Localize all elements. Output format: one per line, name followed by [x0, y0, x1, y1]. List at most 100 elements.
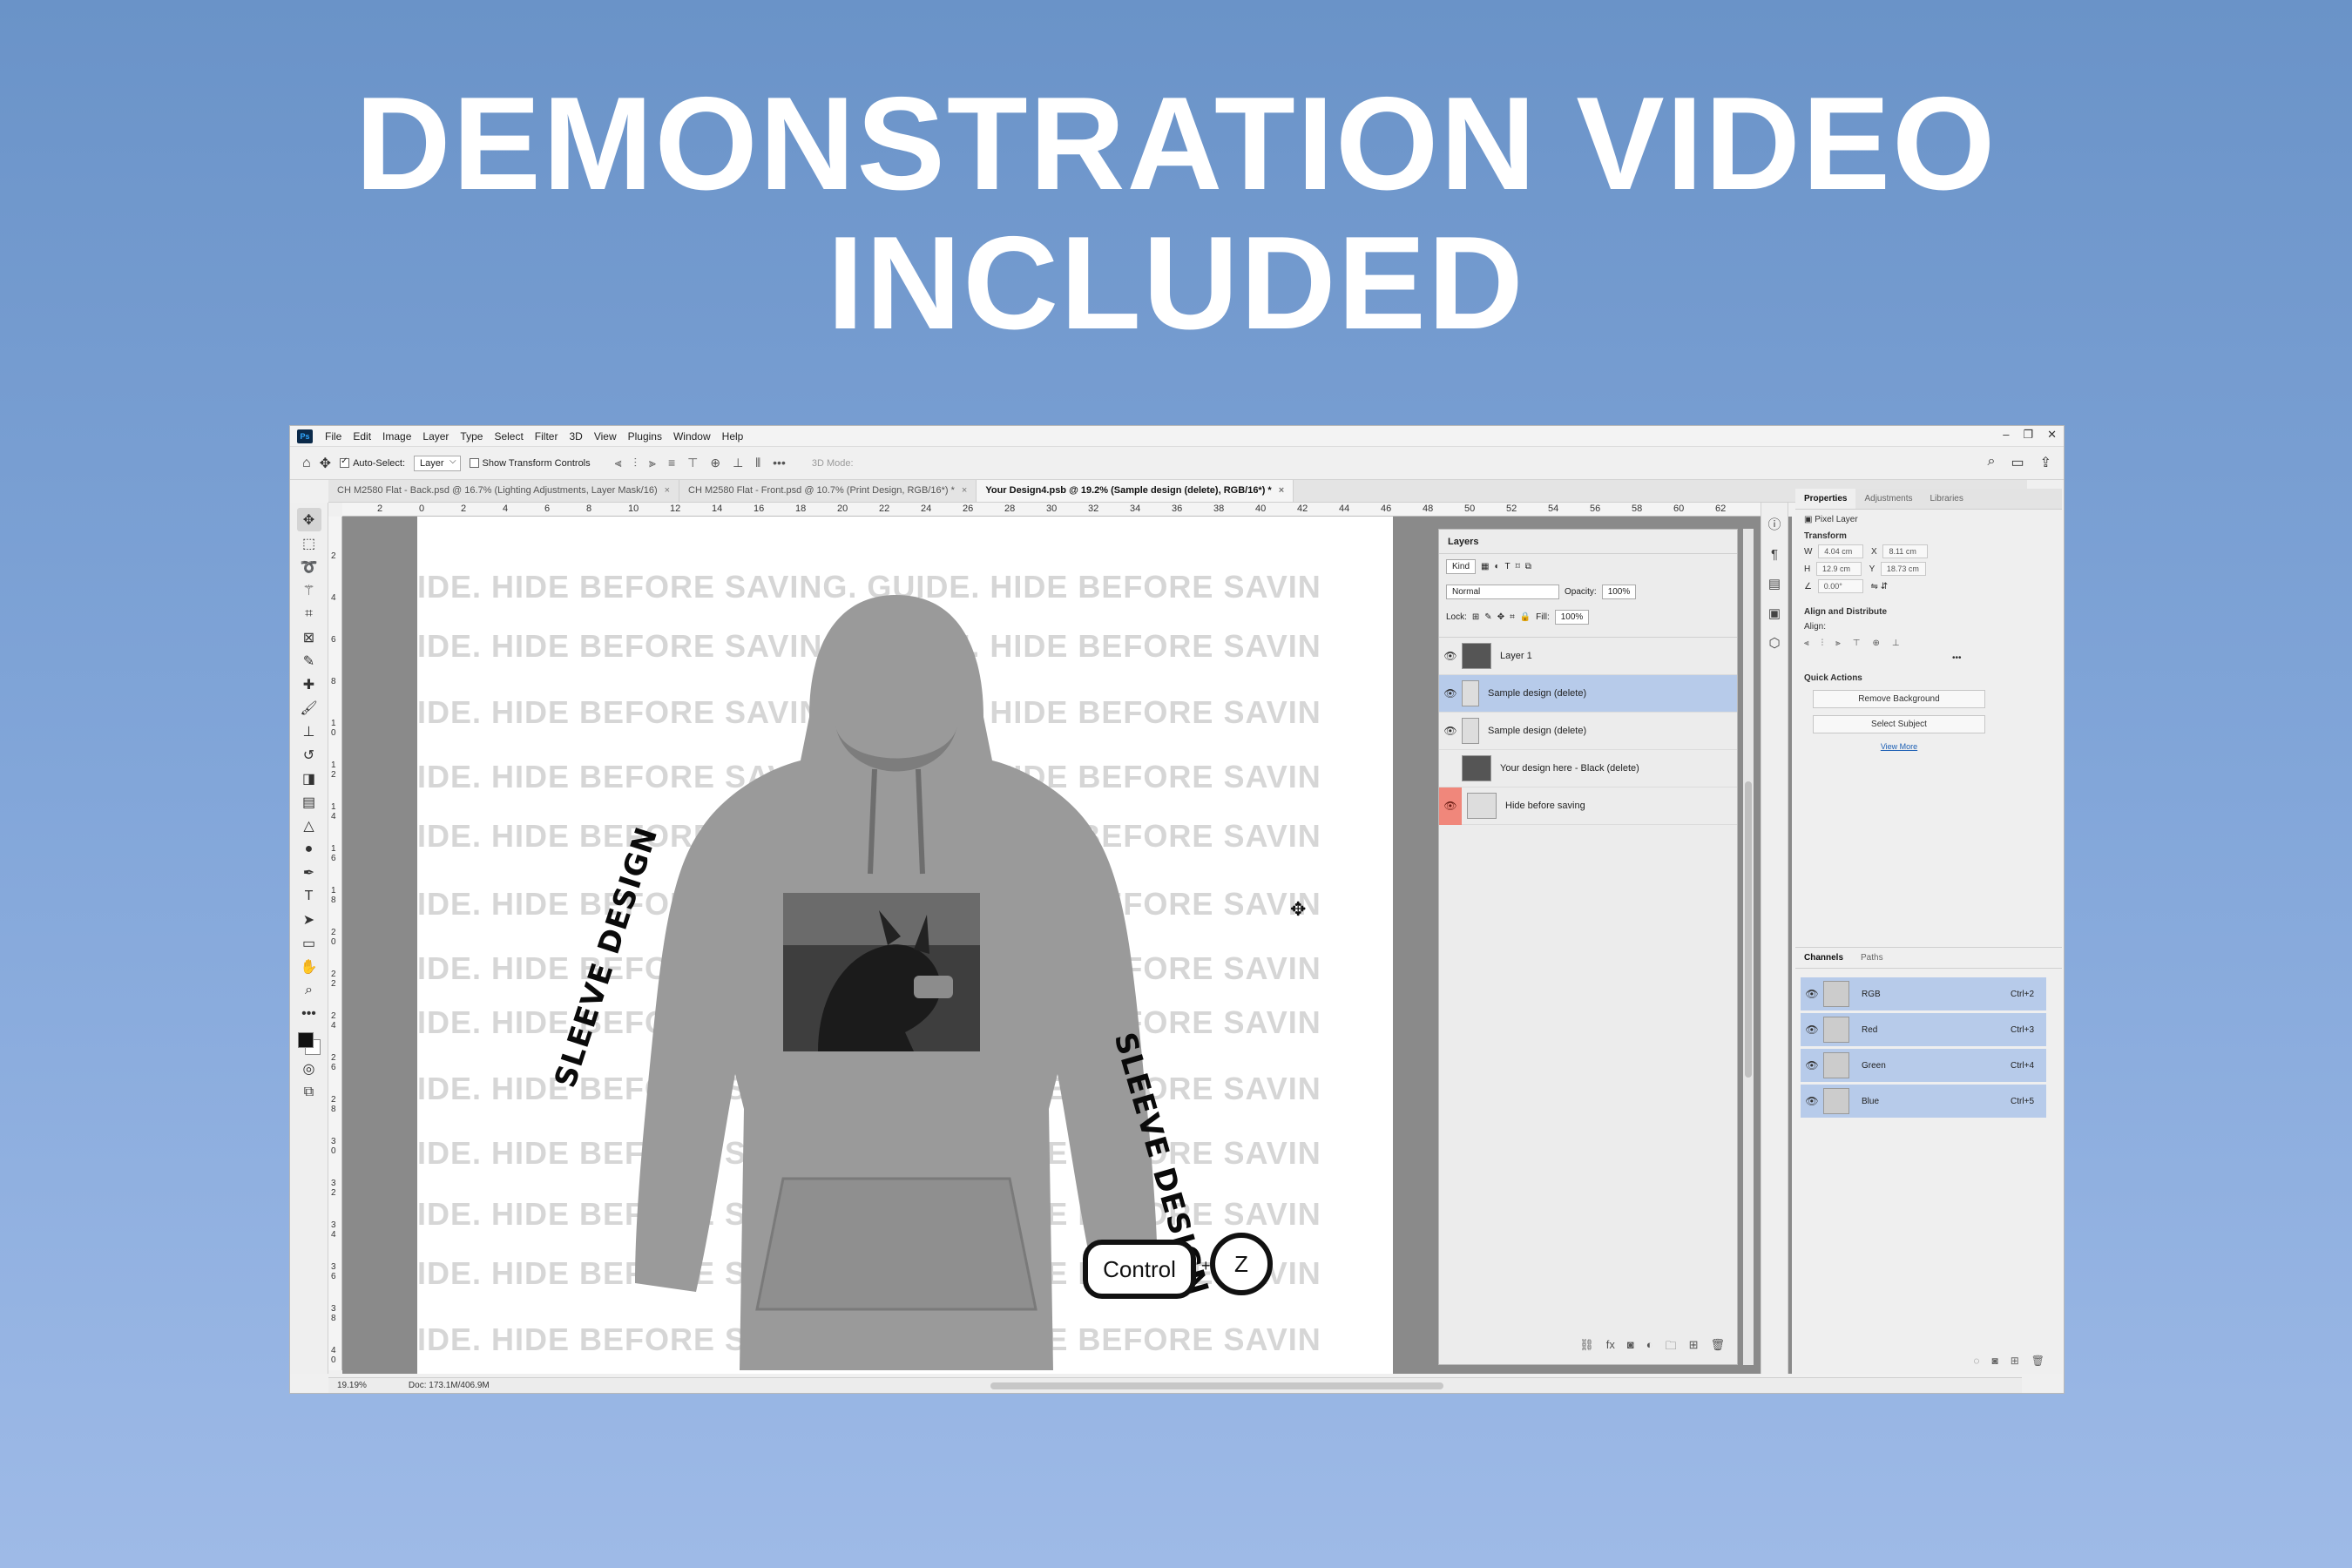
flip-horizontal-icon[interactable]: ⇋	[1871, 582, 1878, 591]
layer-row-your-design[interactable]: 👁 Your design here - Black (delete)	[1439, 750, 1737, 787]
menu-view[interactable]: View	[594, 430, 617, 443]
align-middle-icon[interactable]: ⊕	[1873, 639, 1880, 648]
align-top-icon[interactable]: ⊤	[687, 456, 698, 470]
channel-row-blue[interactable]: 👁 Blue Ctrl+5	[1801, 1085, 2046, 1118]
lock-pixels-icon[interactable]: ⊞	[1472, 612, 1479, 622]
zoom-level[interactable]: 19.19%	[337, 1381, 367, 1390]
tab-channels[interactable]: Channels	[1795, 948, 1853, 968]
more-align-icon[interactable]: •••	[1952, 653, 2053, 663]
menu-window[interactable]: Window	[673, 430, 711, 443]
align-center-icon[interactable]: ⫶	[634, 456, 638, 470]
paragraph-icon[interactable]: ¶	[1771, 547, 1778, 562]
trash-icon[interactable]: 🗑	[1710, 1338, 1725, 1357]
menu-layer[interactable]: Layer	[422, 430, 449, 443]
layer-row-hide-before-saving[interactable]: 👁 Hide before saving	[1439, 787, 1737, 825]
tab-your-design[interactable]: Your Design4.psb @ 19.2% (Sample design …	[977, 480, 1294, 502]
link-icon[interactable]: ⛓	[1579, 1338, 1594, 1357]
visibility-eye-icon[interactable]: 👁	[1801, 988, 1823, 1000]
show-transform-checkbox[interactable]: Show Transform Controls	[469, 458, 591, 469]
visibility-eye-off-icon[interactable]: 👁	[1439, 762, 1462, 774]
more-options-icon[interactable]: •••	[773, 456, 786, 470]
menu-type[interactable]: Type	[460, 430, 483, 443]
tab-libraries[interactable]: Libraries	[1922, 489, 1972, 509]
tab-back-psd[interactable]: CH M2580 Flat - Back.psd @ 16.7% (Lighti…	[328, 480, 680, 502]
tab-front-psd[interactable]: CH M2580 Flat - Front.psd @ 10.7% (Print…	[679, 480, 977, 502]
layer-row-layer-1[interactable]: 👁 Layer 1	[1439, 638, 1737, 675]
workspace-icon[interactable]: ▭	[2011, 454, 2024, 471]
visibility-eye-icon[interactable]: 👁	[1801, 1024, 1823, 1036]
fill-input[interactable]: 100%	[1554, 610, 1590, 625]
auto-select-checkbox[interactable]: Auto-Select:	[340, 456, 405, 469]
filter-pixel-icon[interactable]: ▦	[1481, 562, 1489, 571]
filter-shape-icon[interactable]: ⌑	[1516, 562, 1520, 571]
move-tool-icon[interactable]: ✥	[296, 508, 321, 531]
folder-icon[interactable]: 🗀	[1666, 1338, 1677, 1357]
eraser-tool-icon[interactable]: ◨	[297, 767, 321, 790]
close-tab-icon[interactable]: ×	[665, 485, 670, 496]
zoom-tool-icon[interactable]: ⌕	[297, 978, 321, 1002]
shape-tool-icon[interactable]: ▭	[297, 931, 321, 955]
restore-icon[interactable]: ❐	[2023, 428, 2033, 442]
color-swatches[interactable]	[296, 1031, 322, 1057]
mask-icon[interactable]: ◙	[1627, 1338, 1634, 1357]
close-tab-icon[interactable]: ×	[1279, 485, 1284, 496]
new-channel-icon[interactable]: ⊞	[2011, 1355, 2019, 1367]
visibility-eye-icon[interactable]: 👁	[1439, 687, 1462, 700]
lock-position-icon[interactable]: ✥	[1497, 612, 1504, 622]
frame-tool-icon[interactable]: ⊠	[297, 625, 321, 649]
width-field[interactable]: 4.04 cm	[1818, 544, 1864, 558]
menu-select[interactable]: Select	[494, 430, 523, 443]
save-selection-icon[interactable]: ◙	[1991, 1355, 1997, 1367]
filter-adjust-icon[interactable]: ◐	[1494, 562, 1499, 571]
menu-file[interactable]: File	[325, 430, 341, 443]
y-field[interactable]: 18.73 cm	[1880, 562, 1926, 576]
3d-icon[interactable]: ⬡	[1768, 635, 1780, 651]
height-field[interactable]: 12.9 cm	[1816, 562, 1862, 576]
visibility-eye-icon[interactable]: 👁	[1801, 1059, 1823, 1071]
fx-icon[interactable]: fx	[1606, 1338, 1615, 1357]
view-more-link[interactable]: View More	[1813, 742, 1985, 751]
history-brush-icon[interactable]: ↺	[297, 743, 321, 767]
align-top-icon[interactable]: ⊤	[1853, 639, 1861, 648]
properties-icon[interactable]: ▤	[1768, 576, 1781, 591]
menu-help[interactable]: Help	[722, 430, 744, 443]
type-tool-icon[interactable]: T	[297, 884, 321, 908]
eyedropper-icon[interactable]: ✎	[297, 649, 321, 672]
auto-select-dropdown[interactable]: Layer	[414, 455, 461, 471]
crop-tool-icon[interactable]: ⌗	[297, 602, 321, 625]
new-layer-icon[interactable]: ⊞	[1689, 1338, 1699, 1357]
align-left-icon[interactable]: ⫷	[615, 456, 622, 470]
visibility-eye-icon[interactable]: 👁	[1439, 725, 1462, 737]
select-subject-button[interactable]: Select Subject	[1813, 715, 1985, 733]
close-tab-icon[interactable]: ×	[962, 485, 967, 496]
tab-adjustments[interactable]: Adjustments	[1855, 489, 1921, 509]
dodge-tool-icon[interactable]: ●	[297, 837, 321, 861]
menu-filter[interactable]: Filter	[535, 430, 558, 443]
chest-print-photo[interactable]	[783, 893, 980, 1051]
layer-kind-filter[interactable]: Kind	[1446, 559, 1477, 574]
move-tool-icon[interactable]: ✥	[320, 455, 331, 472]
align-left-icon[interactable]: ⫷	[1804, 639, 1809, 648]
quick-mask-icon[interactable]: ◎	[297, 1057, 321, 1080]
minimize-icon[interactable]: –	[2003, 428, 2009, 442]
channel-row-rgb[interactable]: 👁 RGB Ctrl+2	[1801, 977, 2046, 1010]
load-selection-icon[interactable]: ◌	[1973, 1355, 1979, 1367]
visibility-eye-icon[interactable]: 👁	[1439, 650, 1462, 662]
path-select-icon[interactable]: ➤	[297, 908, 321, 931]
remove-background-button[interactable]: Remove Background	[1813, 690, 1985, 708]
canvas-vertical-scrollbar[interactable]	[1743, 529, 1754, 1365]
align-right-icon[interactable]: ⫸	[1835, 639, 1841, 648]
gradient-tool-icon[interactable]: ▤	[297, 790, 321, 814]
marquee-tool-icon[interactable]: ⬚	[297, 531, 321, 555]
angle-field[interactable]: 0.00°	[1817, 579, 1863, 593]
lock-all-icon[interactable]: 🔒	[1520, 612, 1531, 622]
screen-mode-icon[interactable]: ⧉	[297, 1080, 321, 1104]
channel-row-red[interactable]: 👁 Red Ctrl+3	[1801, 1013, 2046, 1046]
menu-edit[interactable]: Edit	[353, 430, 371, 443]
visibility-eye-icon[interactable]: 👁	[1801, 1095, 1823, 1107]
filter-smart-icon[interactable]: ⧉	[1525, 562, 1531, 571]
visibility-eye-icon[interactable]: 👁	[1439, 787, 1462, 825]
search-icon[interactable]: ⌕	[1988, 454, 1996, 471]
share-icon[interactable]: ⇪	[2040, 454, 2051, 471]
stamp-tool-icon[interactable]: ⊥	[297, 720, 321, 743]
